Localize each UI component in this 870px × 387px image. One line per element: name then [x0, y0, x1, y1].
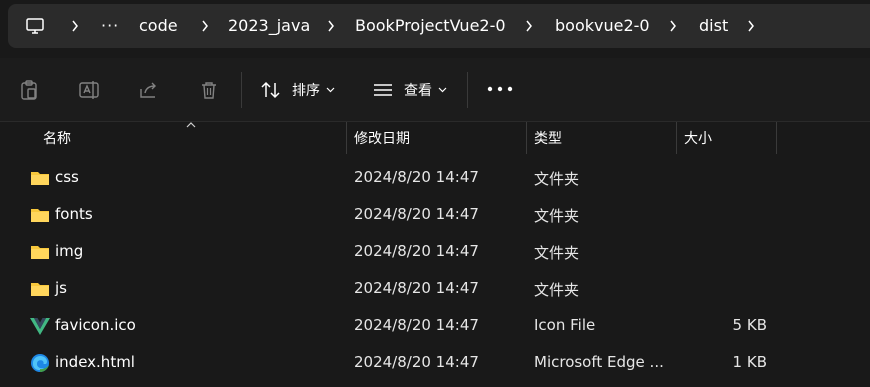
chevron-right-icon[interactable]: [746, 17, 756, 35]
sort-button[interactable]: 排序: [260, 78, 335, 102]
breadcrumb-item-2023-java[interactable]: 2023_java: [228, 16, 310, 36]
file-row[interactable]: index.html 2024/8/20 14:47 Microsoft Edg…: [0, 344, 870, 381]
file-modified: 2024/8/20 14:47: [354, 205, 479, 223]
toolbar-divider: [241, 72, 242, 108]
vue-logo-icon: [30, 318, 50, 335]
column-header-type[interactable]: 类型: [534, 128, 562, 148]
file-size: 1 KB: [732, 353, 767, 371]
chevron-right-icon[interactable]: [668, 17, 678, 35]
share-icon[interactable]: [137, 78, 161, 102]
computer-icon[interactable]: [25, 16, 45, 36]
file-name[interactable]: fonts: [55, 205, 93, 223]
file-modified: 2024/8/20 14:47: [354, 316, 479, 334]
column-header-name[interactable]: 名称: [43, 128, 71, 148]
view-label: 查看: [404, 83, 432, 99]
view-button[interactable]: 查看: [372, 78, 447, 102]
command-bar: 排序 查看: [0, 58, 870, 122]
column-resize-handle[interactable]: [526, 122, 527, 154]
file-row[interactable]: img 2024/8/20 14:47 文件夹: [0, 233, 870, 270]
column-resize-handle[interactable]: [776, 122, 777, 154]
file-size: 5 KB: [732, 316, 767, 334]
column-header-row: 名称 修改日期 类型 大小: [0, 122, 870, 154]
folder-icon: [31, 209, 49, 222]
sort-icon: [261, 81, 280, 99]
file-type: 文件夹: [534, 244, 580, 262]
rename-icon[interactable]: [77, 78, 101, 102]
file-type: 文件夹: [534, 207, 580, 225]
folder-icon: [31, 246, 49, 259]
breadcrumb-item-bookvue2-0[interactable]: bookvue2-0: [555, 16, 650, 36]
column-resize-handle[interactable]: [346, 122, 347, 154]
file-modified: 2024/8/20 14:47: [354, 353, 479, 371]
chevron-right-icon[interactable]: [524, 17, 534, 35]
column-header-size[interactable]: 大小: [684, 128, 712, 148]
view-list-icon: [374, 84, 392, 96]
file-modified: 2024/8/20 14:47: [354, 279, 479, 297]
file-row[interactable]: css 2024/8/20 14:47 文件夹: [0, 159, 870, 196]
more-options-icon[interactable]: [486, 86, 514, 92]
file-modified: 2024/8/20 14:47: [354, 242, 479, 260]
file-name[interactable]: index.html: [55, 353, 135, 371]
file-type: Microsoft Edge ...: [534, 353, 664, 371]
folder-icon: [31, 172, 49, 185]
folder-icon: [31, 283, 49, 296]
delete-icon[interactable]: [197, 78, 221, 102]
toolbar-divider: [467, 72, 468, 108]
file-name[interactable]: favicon.ico: [55, 316, 136, 334]
file-row[interactable]: favicon.ico 2024/8/20 14:47 Icon File 5 …: [0, 307, 870, 344]
chevron-down-icon: [326, 87, 335, 93]
sort-ascending-icon: [186, 122, 196, 128]
file-modified: 2024/8/20 14:47: [354, 168, 479, 186]
file-row[interactable]: fonts 2024/8/20 14:47 文件夹: [0, 196, 870, 233]
column-header-modified[interactable]: 修改日期: [354, 128, 410, 148]
file-name[interactable]: js: [55, 279, 67, 297]
address-bar[interactable]: ··· code 2023_java BookProjectVue2-0 boo…: [8, 4, 870, 48]
file-type: 文件夹: [534, 170, 580, 188]
chevron-right-icon[interactable]: [200, 17, 210, 35]
chevron-down-icon: [438, 87, 447, 93]
breadcrumb-overflow[interactable]: ···: [101, 16, 119, 36]
edge-icon: [31, 354, 49, 372]
sort-label: 排序: [292, 83, 320, 99]
file-name[interactable]: img: [55, 242, 83, 260]
breadcrumb-item-bookprojectvue2-0[interactable]: BookProjectVue2-0: [355, 16, 506, 36]
chevron-right-icon[interactable]: [326, 17, 336, 35]
file-type: 文件夹: [534, 281, 580, 299]
paste-icon[interactable]: [17, 78, 41, 102]
file-type: Icon File: [534, 316, 596, 334]
breadcrumb-item-dist[interactable]: dist: [699, 16, 728, 36]
column-resize-handle[interactable]: [676, 122, 677, 154]
chevron-right-icon[interactable]: [70, 17, 80, 35]
breadcrumb-item-code[interactable]: code: [139, 16, 178, 36]
file-row[interactable]: js 2024/8/20 14:47 文件夹: [0, 270, 870, 307]
file-name[interactable]: css: [55, 168, 79, 186]
